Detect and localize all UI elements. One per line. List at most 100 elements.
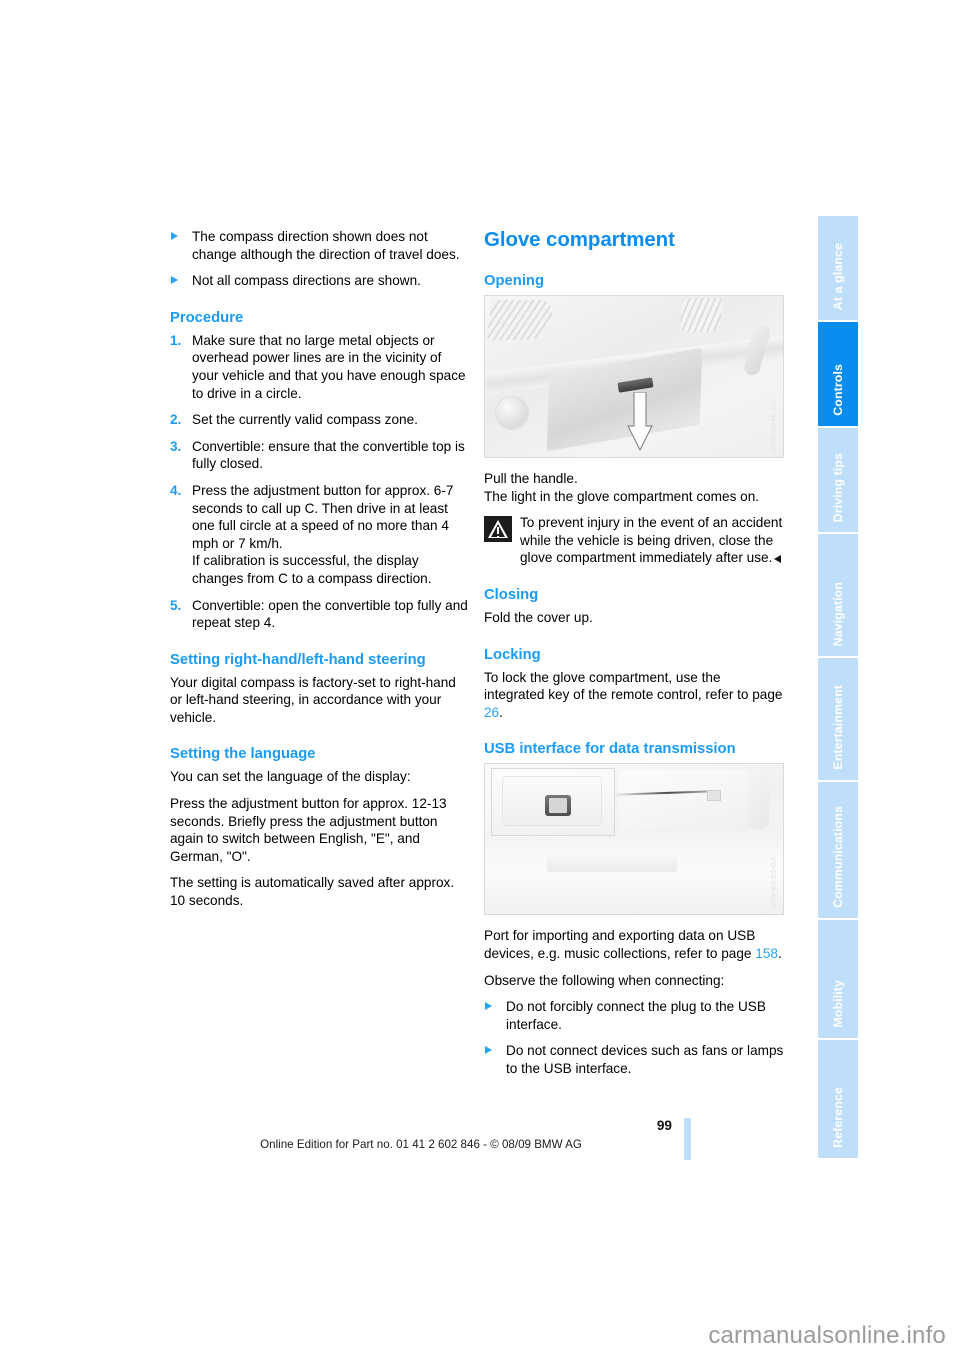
usb-port-in-vehicle <box>707 790 721 802</box>
opening-line-1: Pull the handle. <box>484 471 578 486</box>
air-vent-right-icon <box>679 298 723 332</box>
page-number: 99 <box>656 1118 672 1133</box>
locking-text-end: . <box>499 704 503 720</box>
step-number: 3. <box>170 438 182 454</box>
usb-bullet-list: Do not forcibly connect the plug to the … <box>484 998 784 1077</box>
step-number: 2. <box>170 412 182 428</box>
triangle-bullet-icon <box>171 232 178 240</box>
tab-label: Communications <box>831 806 845 908</box>
step-text: Press the adjustment button for approx. … <box>192 482 454 586</box>
right-column: Glove compartment Opening VD-04-06-AAN P… <box>484 228 784 1087</box>
warning-text: To prevent injury in the event of an acc… <box>520 514 784 567</box>
language-body-paragraph: Press the adjustment button for approx. … <box>170 796 447 864</box>
air-vent-left-icon <box>486 300 554 340</box>
usb-text-start: Port for importing and exporting data on… <box>484 928 756 961</box>
procedure-step-list: 1. Make sure that no large metal objects… <box>170 332 470 632</box>
language-save-paragraph: The setting is automatically saved after… <box>170 875 455 909</box>
figure-watermark: VD-04-06-AAN <box>769 399 776 451</box>
section-heading-language: Setting the language <box>170 746 316 763</box>
section-heading-closing: Closing <box>484 586 539 603</box>
manual-page: The compass direction shown does not cha… <box>0 0 960 1358</box>
pull-down-arrow-icon <box>627 392 653 452</box>
section-heading-opening: Opening <box>484 273 545 289</box>
tab-label: Navigation <box>831 581 845 646</box>
section-heading-locking: Locking <box>484 646 541 663</box>
usb-interface-figure: VD-02-09-AAN <box>484 763 784 916</box>
list-item: 2. Set the currently valid compass zone. <box>170 411 470 429</box>
step-number: 5. <box>170 597 182 613</box>
glove-compartment-figure: VD-04-06-AAN <box>484 295 784 458</box>
locking-text-start: To lock the glove compartment, use the i… <box>484 669 783 703</box>
step-number: 4. <box>170 482 182 498</box>
bullet-text: The compass direction shown does not cha… <box>192 229 460 262</box>
tray-lip <box>547 856 677 873</box>
dashboard-knob <box>495 396 529 430</box>
opening-line-2: The light in the glove compartment comes… <box>484 488 760 504</box>
list-item: 5. Convertible: open the convertible top… <box>170 597 470 632</box>
closing-paragraph: Fold the cover up. <box>484 609 593 625</box>
warning-message: To prevent injury in the event of an acc… <box>520 515 783 566</box>
footer-accent-bar <box>684 1118 691 1160</box>
usb-text-end: . <box>777 945 782 961</box>
tab-entertainment[interactable]: Entertainment <box>818 658 858 780</box>
tab-driving-tips[interactable]: Driving tips <box>818 428 858 532</box>
locking-paragraph: To lock the glove compartment, use the i… <box>484 669 784 722</box>
bullet-text: Do not forcibly connect the plug to the … <box>506 999 766 1032</box>
page-title: Glove compartment <box>484 228 675 251</box>
language-intro-paragraph: You can set the language of the display: <box>170 769 411 785</box>
edition-line: Online Edition for Part no. 01 41 2 602 … <box>260 1138 582 1151</box>
usb-description-paragraph: Port for importing and exporting data on… <box>484 927 784 962</box>
intro-bullet-list: The compass direction shown does not cha… <box>170 228 470 290</box>
step-text: Set the currently valid compass zone. <box>192 412 418 428</box>
dashboard-illustration <box>485 296 783 457</box>
tab-label: Mobility <box>831 980 845 1028</box>
list-item: Do not forcibly connect the plug to the … <box>484 998 784 1033</box>
tab-label: At a glance <box>831 242 845 310</box>
end-of-warning-marker-icon <box>774 555 782 564</box>
page-footer: 99 Online Edition for Part no. 01 41 2 6… <box>170 1118 690 1164</box>
tab-label: Entertainment <box>831 685 845 770</box>
tab-navigation[interactable]: Navigation <box>818 534 858 656</box>
tab-controls[interactable]: Controls <box>818 322 858 426</box>
list-item: 4. Press the adjustment button for appro… <box>170 482 470 588</box>
list-item: 1. Make sure that no large metal objects… <box>170 332 470 402</box>
usb-port-icon <box>545 795 571 817</box>
console-edge <box>747 768 769 831</box>
section-heading-steering: Setting right-hand/left-hand steering <box>170 651 426 668</box>
tab-label: Driving tips <box>831 452 845 522</box>
list-item: The compass direction shown does not cha… <box>170 228 470 263</box>
section-heading-usb: USB interface for data transmission <box>484 741 736 758</box>
tab-at-a-glance[interactable]: At a glance <box>818 216 858 320</box>
list-item: 3. Convertible: ensure that the converti… <box>170 438 470 473</box>
tab-mobility[interactable]: Mobility <box>818 920 858 1038</box>
usb-observe-paragraph: Observe the following when connecting: <box>484 972 725 988</box>
section-tab-bar: At a glance Controls Driving tips Naviga… <box>818 216 858 1158</box>
list-item: Do not connect devices such as fans or l… <box>484 1042 784 1077</box>
list-item: Not all compass directions are shown. <box>170 272 470 290</box>
figure-watermark: VD-02-09-AAN <box>769 856 776 909</box>
triangle-bullet-icon <box>171 276 178 285</box>
tab-label: Controls <box>831 364 845 416</box>
step-text: Make sure that no large metal objects or… <box>192 332 466 401</box>
usb-illustration <box>485 764 783 915</box>
steering-paragraph: Your digital compass is factory-set to r… <box>170 674 456 725</box>
tab-communications[interactable]: Communications <box>818 782 858 918</box>
step-text: Convertible: open the convertible top fu… <box>192 597 468 631</box>
console-panel <box>619 770 749 831</box>
bullet-text: Not all compass directions are shown. <box>192 273 421 289</box>
page-reference-link-26[interactable]: 26 <box>484 705 499 720</box>
site-watermark: carmanualsonline.info <box>708 1322 946 1349</box>
triangle-bullet-icon <box>485 1046 492 1055</box>
section-heading-procedure: Procedure <box>170 309 244 326</box>
tab-label: Reference <box>831 1087 845 1148</box>
left-column: The compass direction shown does not cha… <box>170 228 470 919</box>
tab-reference[interactable]: Reference <box>818 1040 858 1158</box>
usb-detail-inset <box>491 768 615 837</box>
triangle-bullet-icon <box>485 1002 492 1011</box>
step-text: Convertible: ensure that the convertible… <box>192 438 465 472</box>
bullet-text: Do not connect devices such as fans or l… <box>506 1043 784 1076</box>
warning-triangle-icon <box>484 516 512 543</box>
page-reference-link-158[interactable]: 158 <box>755 946 778 961</box>
warning-block: To prevent injury in the event of an acc… <box>484 514 784 567</box>
step-number: 1. <box>170 332 182 348</box>
